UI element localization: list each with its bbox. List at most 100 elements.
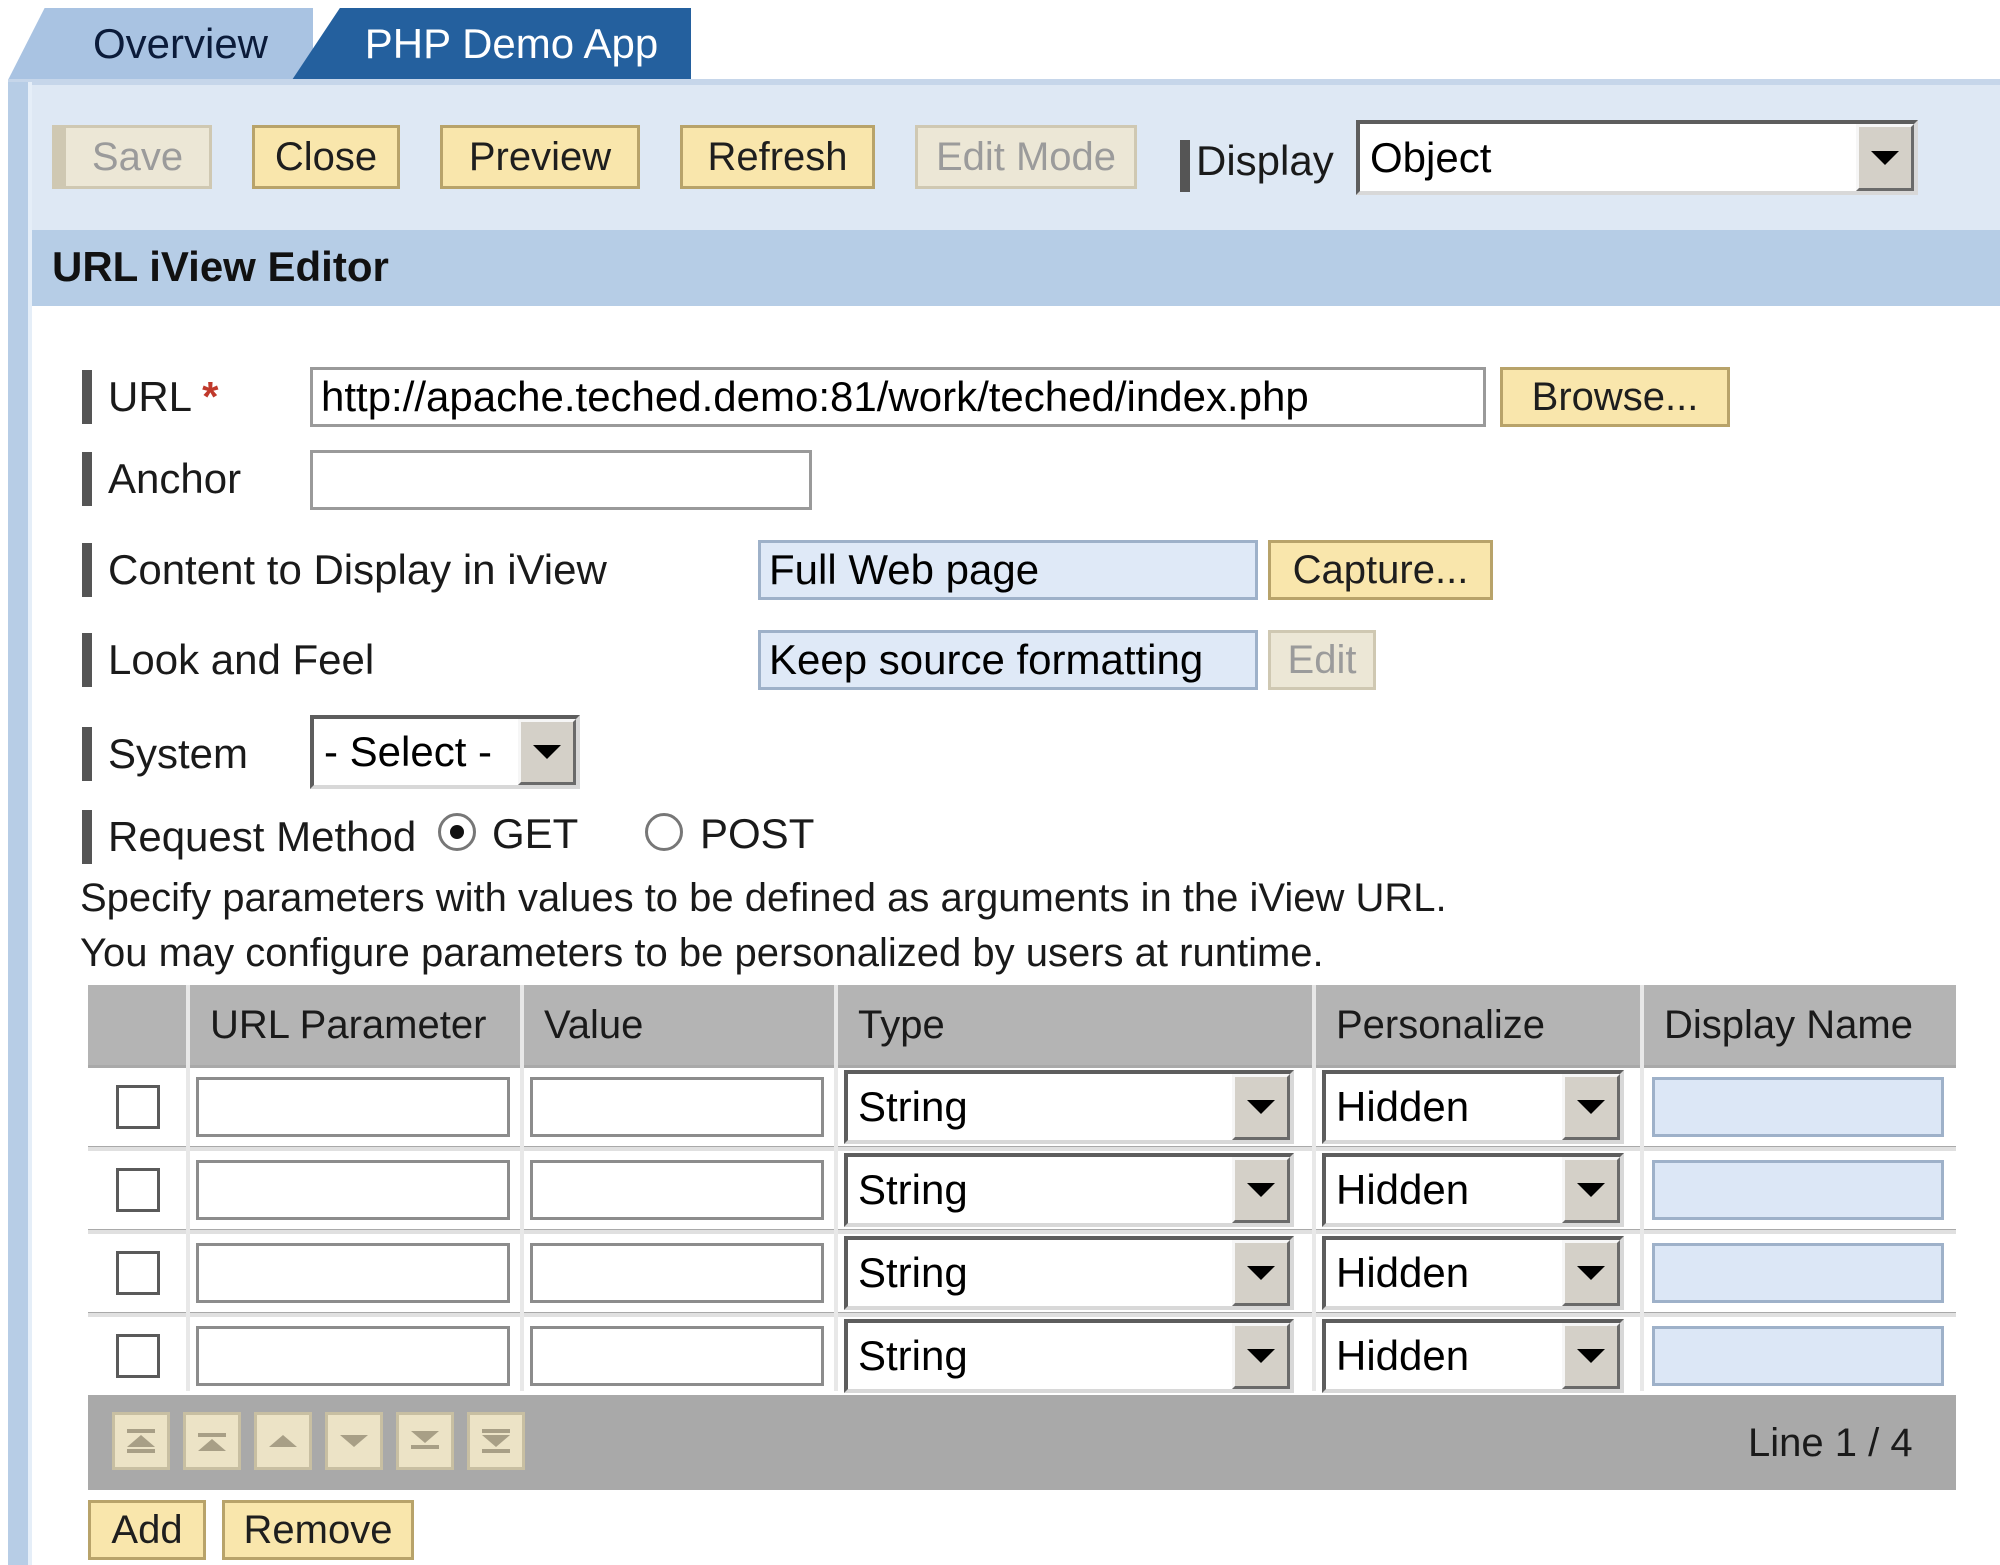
chevron-down-icon[interactable] xyxy=(1562,1157,1620,1223)
value-input[interactable] xyxy=(530,1326,824,1386)
refresh-button[interactable]: Refresh xyxy=(680,125,875,189)
column-separator xyxy=(1312,985,1316,1391)
personalize-select[interactable]: Hidden xyxy=(1322,1319,1624,1393)
system-select-value: - Select - xyxy=(324,728,493,775)
display-name-field xyxy=(1652,1243,1944,1303)
anchor-label: Anchor xyxy=(108,455,242,502)
radio-get[interactable] xyxy=(438,813,476,851)
column-separator xyxy=(1640,985,1644,1391)
chevron-down-icon[interactable] xyxy=(1232,1323,1290,1389)
personalize-select-value: Hidden xyxy=(1336,1083,1470,1130)
chevron-down-icon[interactable] xyxy=(1856,124,1914,191)
type-select[interactable]: String xyxy=(844,1319,1294,1393)
request-method-label: Request Method xyxy=(108,813,417,860)
type-select-value: String xyxy=(858,1166,968,1213)
url-label: URL * xyxy=(108,373,219,421)
url-parameter-input[interactable] xyxy=(196,1326,510,1386)
save-button[interactable]: Save xyxy=(52,125,212,189)
chevron-down-icon[interactable] xyxy=(1232,1074,1290,1140)
url-iview-editor-page: Overview PHP Demo App Save Close Preview… xyxy=(0,0,2000,1565)
browse-button[interactable]: Browse... xyxy=(1500,367,1730,427)
url-parameter-input[interactable] xyxy=(196,1077,510,1137)
personalize-select[interactable]: Hidden xyxy=(1322,1236,1624,1310)
info-text-line1: Specify parameters with values to be def… xyxy=(80,876,1447,920)
row-checkbox[interactable] xyxy=(116,1168,160,1212)
chevron-down-icon[interactable] xyxy=(1232,1157,1290,1223)
row-checkbox[interactable] xyxy=(116,1251,160,1295)
type-select-value: String xyxy=(858,1083,968,1130)
required-marker: * xyxy=(202,373,219,420)
tab-overview[interactable]: Overview xyxy=(8,8,313,80)
chevron-down-icon[interactable] xyxy=(1562,1323,1620,1389)
look-and-feel-field: Keep source formatting xyxy=(758,630,1258,690)
tab-php-demo-app[interactable]: PHP Demo App xyxy=(292,8,691,80)
page-up-icon[interactable] xyxy=(183,1412,241,1470)
display-select-value: Object xyxy=(1370,133,1492,181)
system-label: System xyxy=(108,730,249,777)
close-button[interactable]: Close xyxy=(252,125,400,189)
content-label-marker xyxy=(82,543,92,597)
radio-get-label: GET xyxy=(492,810,579,857)
table-header-url-parameter: URL Parameter xyxy=(190,985,520,1065)
anchor-label-marker xyxy=(82,452,92,506)
display-name-field xyxy=(1652,1326,1944,1386)
type-select[interactable]: String xyxy=(844,1236,1294,1310)
page-down-icon[interactable] xyxy=(396,1412,454,1470)
url-label-text: URL xyxy=(108,373,191,420)
url-input[interactable]: http://apache.teched.demo:81/work/teched… xyxy=(310,367,1486,427)
url-label-marker xyxy=(82,370,92,424)
table-header-display-name: Display Name xyxy=(1644,985,1956,1065)
type-select[interactable]: String xyxy=(844,1153,1294,1227)
row-up-icon[interactable] xyxy=(254,1412,312,1470)
table-header-type: Type xyxy=(838,985,1312,1065)
personalize-select-value: Hidden xyxy=(1336,1332,1470,1379)
personalize-select-value: Hidden xyxy=(1336,1249,1470,1296)
capture-button[interactable]: Capture... xyxy=(1268,540,1493,600)
value-input[interactable] xyxy=(530,1077,824,1137)
row-checkbox[interactable] xyxy=(116,1334,160,1378)
radio-post[interactable] xyxy=(645,813,683,851)
row-checkbox[interactable] xyxy=(116,1085,160,1129)
table-header-value: Value xyxy=(524,985,834,1065)
display-select[interactable]: Object xyxy=(1356,120,1918,195)
system-label-marker xyxy=(82,727,92,781)
column-separator xyxy=(834,985,838,1391)
system-select[interactable]: - Select - xyxy=(310,715,580,789)
first-page-icon[interactable] xyxy=(112,1412,170,1470)
chevron-down-icon[interactable] xyxy=(1562,1074,1620,1140)
row-separator xyxy=(88,1230,1956,1234)
page-title: URL iView Editor xyxy=(52,243,389,290)
line-counter: Line 1 / 4 xyxy=(1748,1421,1913,1465)
table-header-personalize: Personalize xyxy=(1316,985,1640,1065)
anchor-input[interactable] xyxy=(310,450,812,510)
personalize-select[interactable]: Hidden xyxy=(1322,1153,1624,1227)
value-input[interactable] xyxy=(530,1243,824,1303)
value-input[interactable] xyxy=(530,1160,824,1220)
url-parameter-input[interactable] xyxy=(196,1243,510,1303)
type-select-value: String xyxy=(858,1249,968,1296)
row-down-icon[interactable] xyxy=(325,1412,383,1470)
chevron-down-icon[interactable] xyxy=(1232,1240,1290,1306)
preview-button[interactable]: Preview xyxy=(440,125,640,189)
radio-post-label: POST xyxy=(700,810,815,857)
row-separator xyxy=(88,1313,1956,1317)
personalize-select[interactable]: Hidden xyxy=(1322,1070,1624,1144)
content-display-field: Full Web page xyxy=(758,540,1258,600)
url-parameter-input[interactable] xyxy=(196,1160,510,1220)
chevron-down-icon[interactable] xyxy=(1562,1240,1620,1306)
display-label: Display xyxy=(1196,137,1334,184)
content-label: Content to Display in iView xyxy=(108,546,607,593)
table-header-select xyxy=(88,985,186,1065)
column-separator xyxy=(186,985,190,1391)
type-select[interactable]: String xyxy=(844,1070,1294,1144)
edit-button[interactable]: Edit xyxy=(1268,630,1376,690)
last-page-icon[interactable] xyxy=(467,1412,525,1470)
personalize-select-value: Hidden xyxy=(1336,1166,1470,1213)
column-separator xyxy=(520,985,524,1391)
remove-button[interactable]: Remove xyxy=(222,1500,414,1560)
add-button[interactable]: Add xyxy=(88,1500,206,1560)
edit-mode-button[interactable]: Edit Mode xyxy=(915,125,1137,189)
tab-php-demo-app-label: PHP Demo App xyxy=(364,20,659,67)
request-label-marker xyxy=(82,810,92,864)
chevron-down-icon[interactable] xyxy=(518,719,576,785)
